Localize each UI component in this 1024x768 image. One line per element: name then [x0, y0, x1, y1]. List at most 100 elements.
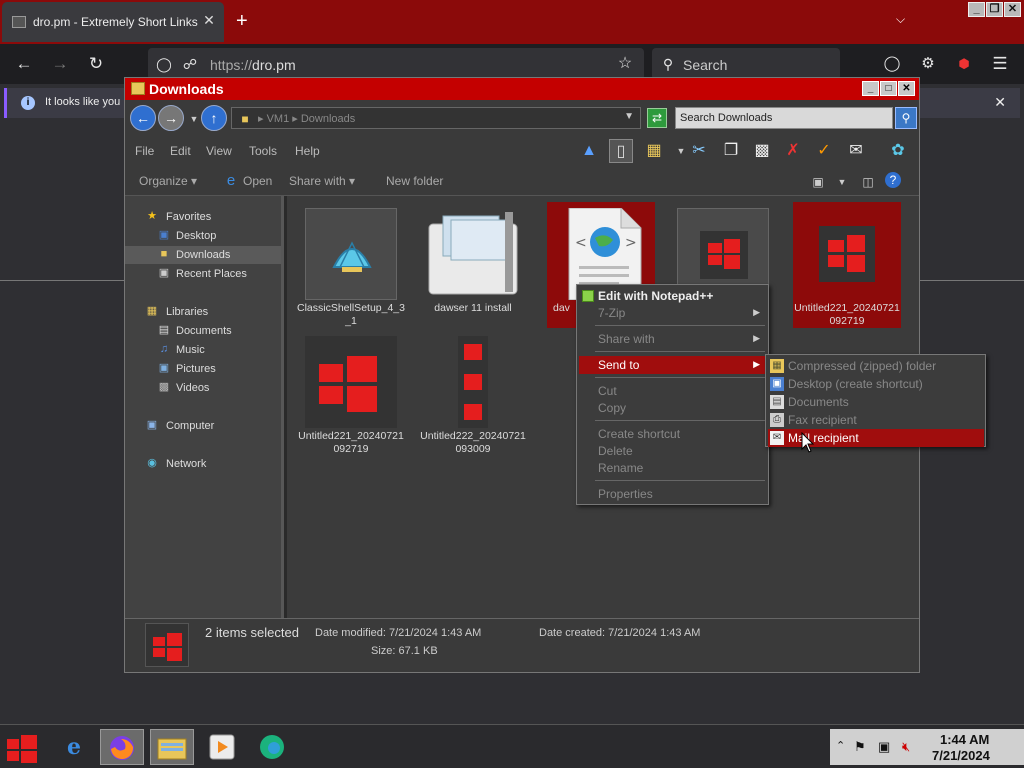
forward-arrow-icon[interactable]: →: [49, 54, 71, 74]
mail-icon[interactable]: ✉: [844, 139, 868, 163]
up-folder-icon[interactable]: ▲: [577, 139, 601, 163]
menu-view[interactable]: View: [206, 144, 232, 158]
nav-videos[interactable]: ▩ Videos: [125, 379, 281, 397]
network-icon[interactable]: ▣: [878, 739, 890, 755]
nav-downloads[interactable]: ■ Downloads: [125, 246, 281, 264]
search-icon[interactable]: ⚲: [895, 107, 917, 129]
tab-list-chevron-icon[interactable]: ⌵: [896, 12, 905, 27]
menu-item-send-to[interactable]: Send to ▶: [579, 356, 766, 374]
file-item[interactable]: ClassicShellSetup_4_3_1: [297, 202, 405, 328]
nav-pictures[interactable]: ▣ Pictures: [125, 360, 281, 378]
lock-icon[interactable]: ☍: [179, 54, 201, 74]
shield-icon[interactable]: ◯: [153, 54, 175, 74]
help-icon[interactable]: ?: [885, 172, 901, 188]
menu-item-delete[interactable]: Delete: [579, 442, 766, 460]
menu-edit[interactable]: Edit: [170, 144, 191, 158]
tab-close-icon[interactable]: ✕: [201, 12, 217, 28]
search-downloads-input[interactable]: Search Downloads: [675, 107, 893, 129]
file-item[interactable]: Untitled222_20240721093009: [419, 330, 527, 456]
star-icon: ★: [147, 210, 157, 222]
nav-favorites[interactable]: ★ Favorites: [125, 208, 281, 226]
start-button[interactable]: [0, 729, 46, 765]
file-item-selected[interactable]: Untitled221_20240721092719: [793, 202, 901, 328]
up-arrow-icon[interactable]: ↑: [201, 105, 227, 131]
nav-recent-places[interactable]: ▣ Recent Places: [125, 265, 281, 283]
send-to-fax[interactable]: ⎙ Fax recipient: [768, 411, 984, 429]
new-tab-button[interactable]: +: [236, 11, 248, 31]
tray-chevron-up-icon[interactable]: ⌃: [836, 739, 845, 752]
folders-icon[interactable]: ▦: [642, 139, 666, 163]
menu-file[interactable]: File: [135, 144, 154, 158]
nav-libraries[interactable]: ▦ Libraries: [125, 303, 281, 321]
address-dropdown-icon[interactable]: ▼: [624, 111, 634, 122]
media-player-icon[interactable]: [200, 729, 244, 765]
open-button[interactable]: Open: [243, 174, 272, 188]
browser-close-button[interactable]: ✕: [1004, 2, 1021, 17]
browser-minimize-button[interactable]: _: [968, 2, 985, 17]
browser-restore-button[interactable]: ❐: [986, 2, 1003, 17]
checkmark-icon[interactable]: ✓: [812, 139, 836, 163]
breadcrumb[interactable]: ▸ VM1 ▸ Downloads: [258, 112, 355, 125]
menu-item-cut[interactable]: Cut: [579, 382, 766, 400]
menu-item-edit-notepad[interactable]: Edit with Notepad++: [579, 287, 766, 305]
file-item[interactable]: dawser 11 install: [419, 202, 527, 328]
nav-desktop[interactable]: ▣ Desktop: [125, 227, 281, 245]
menu-tools[interactable]: Tools: [249, 144, 277, 158]
menu-item-7zip[interactable]: 7-Zip ▶: [579, 304, 766, 322]
cut-icon[interactable]: ✂: [687, 139, 711, 163]
address-bar[interactable]: ■ ▸ VM1 ▸ Downloads ▼: [231, 107, 641, 129]
share-with-button[interactable]: Share with ▾: [289, 174, 355, 188]
send-to-desktop[interactable]: ▣ Desktop (create shortcut): [768, 375, 984, 393]
notification-close-icon[interactable]: ✕: [994, 94, 1006, 111]
clock-date[interactable]: 7/21/2024: [932, 748, 990, 763]
explorer-minimize-button[interactable]: _: [862, 81, 879, 96]
pocket-icon[interactable]: ◯: [881, 54, 903, 74]
menu-item-copy[interactable]: Copy: [579, 399, 766, 417]
nav-documents[interactable]: ▤ Documents: [125, 322, 281, 340]
copy-icon[interactable]: ❐: [719, 139, 743, 163]
videos-icon: ▩: [158, 381, 170, 393]
explorer-maximize-button[interactable]: □: [880, 81, 897, 96]
file-item[interactable]: Untitled221_20240721092719: [297, 330, 405, 456]
explorer-title-bar[interactable]: Downloads _ □ ✕: [125, 78, 919, 100]
paste-icon[interactable]: ▩: [750, 139, 774, 163]
edge-icon[interactable]: [250, 729, 294, 765]
extensions-icon[interactable]: ⚙: [917, 54, 939, 74]
file-explorer-icon[interactable]: [150, 729, 194, 765]
internet-explorer-icon[interactable]: e: [52, 729, 96, 765]
new-folder-button[interactable]: New folder: [386, 174, 443, 188]
back-arrow-icon[interactable]: ←: [130, 105, 156, 131]
forward-arrow-icon[interactable]: →: [158, 105, 184, 131]
send-to-documents[interactable]: ▤ Documents: [768, 393, 984, 411]
firefox-icon[interactable]: [100, 729, 144, 765]
nav-network[interactable]: ◉ Network: [125, 455, 281, 473]
menu-item-share-with[interactable]: Share with ▶: [579, 330, 766, 348]
nav-music[interactable]: ♫ Music: [125, 341, 281, 359]
menu-item-properties[interactable]: Properties: [579, 485, 766, 503]
delete-icon[interactable]: ✗: [781, 139, 805, 163]
browser-tab[interactable]: dro.pm - Extremely Short Links ✕: [2, 2, 224, 42]
shell-icon[interactable]: ✿: [886, 139, 910, 163]
menu-item-create-shortcut[interactable]: Create shortcut: [579, 425, 766, 443]
organize-button[interactable]: Organize ▾: [139, 174, 197, 188]
reload-icon[interactable]: ↻: [85, 54, 107, 74]
refresh-icon[interactable]: ⇄: [647, 108, 667, 128]
view-pane-icon[interactable]: ▯: [609, 139, 633, 163]
clock-time[interactable]: 1:44 AM: [940, 732, 989, 747]
menu-help[interactable]: Help: [295, 144, 320, 158]
bookmark-star-icon[interactable]: ☆: [614, 54, 636, 74]
ublock-icon[interactable]: ⬢: [953, 54, 975, 74]
nav-computer[interactable]: ▣ Computer: [125, 417, 281, 435]
url-bar[interactable]: ◯ ☍ https://dro.pm ☆: [148, 48, 644, 80]
preview-pane-icon[interactable]: ◫: [857, 172, 879, 192]
menu-item-rename[interactable]: Rename: [579, 459, 766, 477]
send-to-compressed[interactable]: ▦ Compressed (zipped) folder: [768, 357, 984, 375]
action-center-flag-icon[interactable]: ⚑: [854, 739, 866, 755]
hamburger-menu-icon[interactable]: ☰: [989, 54, 1011, 74]
volume-muted-icon[interactable]: 🔇︎: [902, 739, 910, 755]
view-options-icon[interactable]: ▣: [807, 172, 829, 192]
explorer-close-button[interactable]: ✕: [898, 81, 915, 96]
browser-search-bar[interactable]: ⚲ Search: [652, 48, 840, 80]
view-dropdown-icon[interactable]: ▼: [831, 172, 853, 192]
back-arrow-icon[interactable]: ←: [13, 54, 35, 74]
